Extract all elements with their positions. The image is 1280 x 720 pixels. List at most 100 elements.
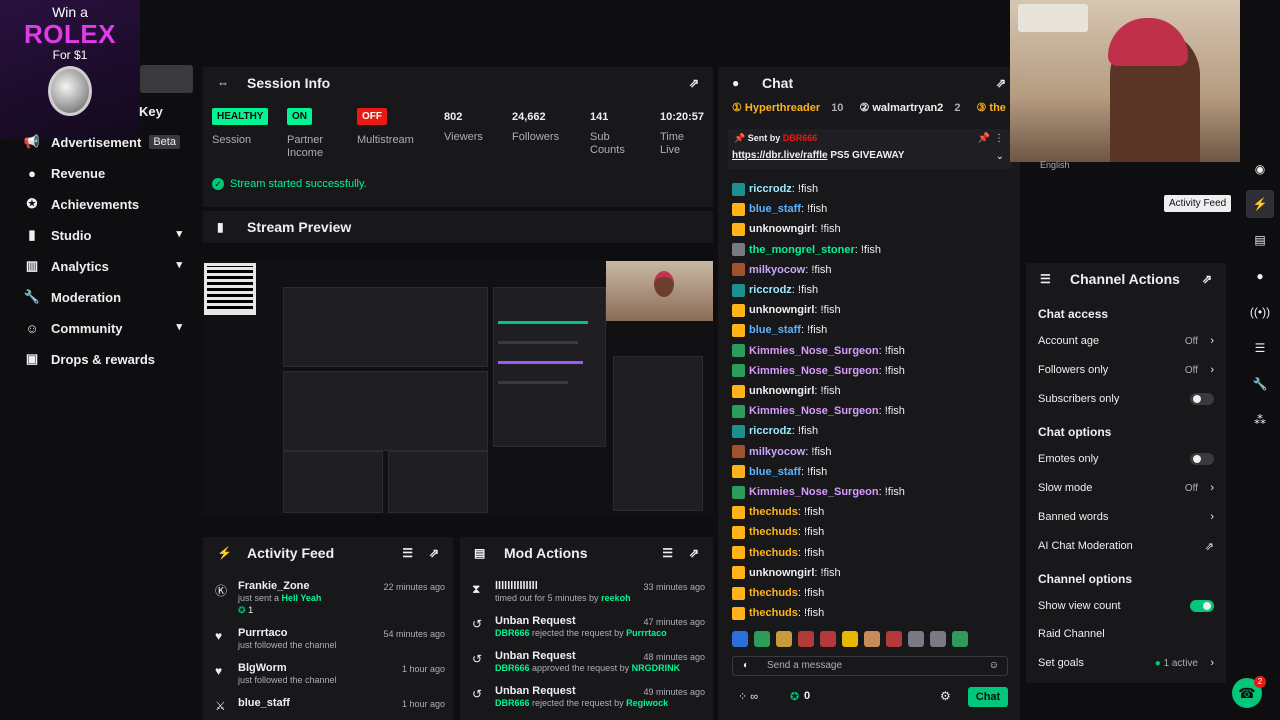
chat-badge-icon[interactable] <box>732 525 745 539</box>
emote[interactable] <box>864 631 880 647</box>
activity-user[interactable]: blue_staff <box>238 697 290 709</box>
shield-icon[interactable]: ◐ <box>743 660 749 671</box>
more-icon[interactable]: ⋮ <box>994 133 1004 144</box>
mod-target[interactable]: llllllllllllll <box>495 580 538 592</box>
chat-username[interactable]: riccrodz <box>749 425 792 437</box>
nav-item-analytics[interactable]: ▥ Analytics ▾ <box>24 254 192 278</box>
wrench-icon[interactable]: 🔧 <box>1246 370 1274 398</box>
nav-item-achievements[interactable]: ✪ Achievements <box>24 192 192 216</box>
nav-item-moderation[interactable]: 🔧 Moderation <box>24 285 192 309</box>
points-icon[interactable]: ✪ <box>790 690 799 703</box>
filter-icon[interactable]: ☰ <box>402 546 413 560</box>
chat-badge-icon[interactable] <box>732 344 745 358</box>
emote[interactable] <box>930 631 946 647</box>
chat-badge-icon[interactable] <box>732 586 745 600</box>
chat-badge-icon[interactable] <box>732 303 745 317</box>
raid-channel-action[interactable]: Raid Channel <box>1038 625 1218 643</box>
chat-username[interactable]: thechuds <box>749 607 798 619</box>
chat-username[interactable]: milkyocow <box>749 446 805 458</box>
mod-target[interactable]: Unban Request <box>495 685 576 697</box>
nav-item-key[interactable]: Key <box>139 104 163 119</box>
chat-username[interactable]: Kimmies_Nose_Surgeon <box>749 345 879 357</box>
chat-badge-icon[interactable] <box>732 283 745 297</box>
chat-badge-icon[interactable] <box>732 505 745 519</box>
nav-item-community[interactable]: ☺ Community ▾ <box>24 316 192 340</box>
mod-target[interactable]: Unban Request <box>495 650 576 662</box>
chat-username[interactable]: thechuds <box>749 526 798 538</box>
emote[interactable] <box>952 631 968 647</box>
emote[interactable] <box>908 631 924 647</box>
chat-badge-icon[interactable] <box>732 364 745 378</box>
chat-badge-icon[interactable] <box>732 445 745 459</box>
followers-only-setting[interactable]: Followers only Off › <box>1038 361 1218 379</box>
chat-badge-icon[interactable] <box>732 384 745 398</box>
pinned-link[interactable]: https://dbr.live/raffle <box>732 150 828 161</box>
filter-icon[interactable]: ☰ <box>662 546 673 560</box>
chat-badge-icon[interactable] <box>732 263 745 277</box>
emote[interactable] <box>798 631 814 647</box>
list-icon[interactable]: ☰ <box>1246 334 1274 362</box>
ai-moderation-setting[interactable]: AI Chat Moderation ⇗ <box>1038 537 1218 555</box>
chat-badge-icon[interactable] <box>732 485 745 499</box>
chat-badge-icon[interactable] <box>732 465 745 479</box>
chevron-down-icon[interactable]: ⌄ <box>996 151 1004 162</box>
promo-banner[interactable]: Win a ROLEX For $1 <box>0 0 140 140</box>
nav-item-revenue[interactable]: ● Revenue <box>24 161 192 185</box>
activity-user[interactable]: BlgWorm <box>238 662 287 674</box>
chat-badge-icon[interactable] <box>732 243 745 257</box>
chat-badge-icon[interactable] <box>732 566 745 580</box>
chat-username[interactable]: the_mongrel_stoner <box>749 244 855 256</box>
chat-badge-icon[interactable] <box>732 404 745 418</box>
mod-target[interactable]: Unban Request <box>495 615 576 627</box>
nav-item-advertisement[interactable]: 📢 Advertisement Beta <box>24 130 192 154</box>
chat-badge-icon[interactable] <box>732 182 745 196</box>
nav-active-item[interactable] <box>140 65 193 93</box>
emote[interactable] <box>776 631 792 647</box>
chat-badge-icon[interactable] <box>732 546 745 560</box>
chat-input[interactable]: Send a message ◐ ☺ <box>732 656 1008 676</box>
chat-username[interactable]: Kimmies_Nose_Surgeon <box>749 405 879 417</box>
popout-icon[interactable]: ⇗ <box>429 546 439 560</box>
infinity-icon[interactable]: ⁘ ∞ <box>738 690 758 703</box>
popout-icon[interactable]: ⇗ <box>1202 272 1212 286</box>
chat-username[interactable]: unknowngirl <box>749 304 814 316</box>
chat-username[interactable]: unknowngirl <box>749 223 814 235</box>
pin-icon[interactable]: 📌 <box>978 133 990 144</box>
chat-bubble-icon[interactable]: ● <box>1246 262 1274 290</box>
chat-username[interactable]: blue_staff <box>749 203 801 215</box>
camera-icon[interactable]: ◉ <box>1246 155 1274 183</box>
emote[interactable] <box>732 631 748 647</box>
top-chatter[interactable]: ① Hyperthreader 10 <box>732 101 851 114</box>
pinned-message[interactable]: 📌 Sent by DBR666 https://dbr.live/raffle… <box>728 129 1012 169</box>
lightning-icon[interactable]: ⚡ <box>1246 190 1274 218</box>
nav-item-studio[interactable]: ▮ Studio ▾ <box>24 223 192 247</box>
chat-badge-icon[interactable] <box>732 222 745 236</box>
set-goals-action[interactable]: Set goals ● 1 active › <box>1038 654 1218 672</box>
chat-username[interactable]: Kimmies_Nose_Surgeon <box>749 486 879 498</box>
popout-icon[interactable]: ⇗ <box>689 546 699 560</box>
document-icon[interactable]: ▤ <box>1246 226 1274 254</box>
chat-send-button[interactable]: Chat <box>968 687 1008 707</box>
emote[interactable] <box>842 631 858 647</box>
top-chatter[interactable]: ③ the <box>976 101 1013 114</box>
emote[interactable] <box>820 631 836 647</box>
chat-badge-icon[interactable] <box>732 202 745 216</box>
chat-username[interactable]: thechuds <box>749 547 798 559</box>
emoji-icon[interactable]: ☺ <box>989 660 999 671</box>
broadcast-icon[interactable]: ((•)) <box>1246 298 1274 326</box>
support-chat-button[interactable]: ☎ 2 <box>1232 676 1266 708</box>
chat-badge-icon[interactable] <box>732 323 745 337</box>
emote[interactable] <box>754 631 770 647</box>
chat-username[interactable]: unknowngirl <box>749 385 814 397</box>
gear-icon[interactable]: ⚙ <box>940 689 951 703</box>
activity-user[interactable]: Frankie_Zone <box>238 580 310 592</box>
slow-mode-setting[interactable]: Slow mode Off › <box>1038 479 1218 497</box>
chat-username[interactable]: riccrodz <box>749 284 792 296</box>
top-chatter[interactable]: ② walmartryan2 2 <box>859 101 968 114</box>
banned-words-setting[interactable]: Banned words › <box>1038 508 1218 526</box>
chat-username[interactable]: thechuds <box>749 506 798 518</box>
emote[interactable] <box>886 631 902 647</box>
account-age-setting[interactable]: Account age Off › <box>1038 332 1218 350</box>
emotes-only-toggle[interactable] <box>1190 453 1214 465</box>
chat-badge-icon[interactable] <box>732 424 745 438</box>
